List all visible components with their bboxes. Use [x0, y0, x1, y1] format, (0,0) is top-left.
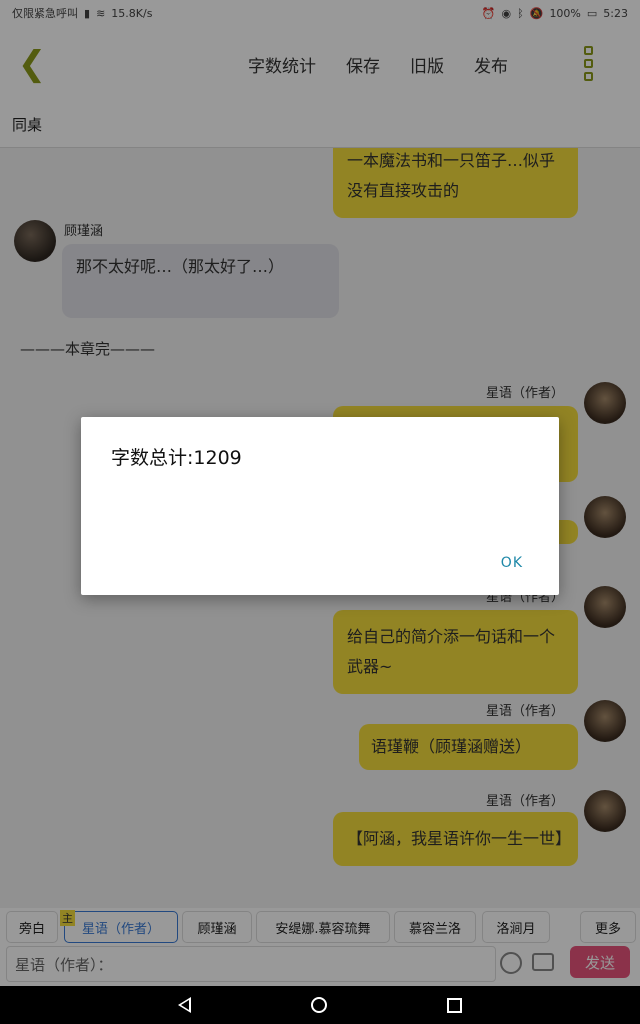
- word-count-dialog: 字数总计:1209 OK: [81, 417, 559, 595]
- nav-recent-icon[interactable]: [447, 997, 462, 1013]
- system-nav-bar: [0, 986, 640, 1024]
- nav-home-icon[interactable]: [311, 997, 327, 1013]
- nav-back-icon[interactable]: [178, 997, 191, 1013]
- ok-button[interactable]: OK: [501, 555, 523, 571]
- dialog-title: 字数总计:1209: [111, 447, 242, 469]
